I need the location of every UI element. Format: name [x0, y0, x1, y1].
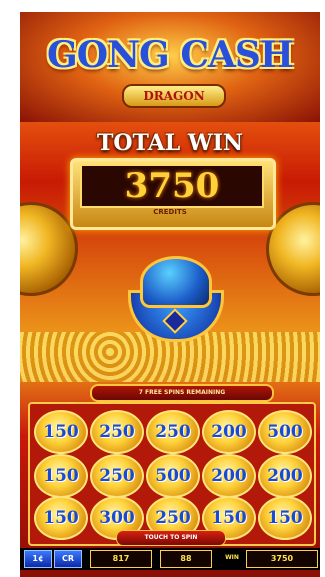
reel-grid: 150 250 250 200 500 150 250 500 200 200 … [28, 402, 316, 546]
win-meter: 3750 [246, 550, 318, 568]
reel-cell: 150 [34, 454, 88, 498]
bowl-lid [140, 256, 212, 308]
bet-meter: 88 [160, 550, 212, 568]
total-win-value: 3750 [80, 164, 264, 208]
reel-cell: 200 [202, 410, 256, 454]
reel-cell: 150 [258, 496, 312, 540]
treasure-bowl-icon [128, 256, 224, 342]
credits-toggle-button[interactable]: CR [54, 550, 82, 568]
reel-cell: 200 [202, 454, 256, 498]
game-title: GONG CASH [47, 34, 294, 76]
reel-cell: 500 [258, 410, 312, 454]
reel-cell: 150 [34, 410, 88, 454]
total-win-label: TOTAL WIN [96, 130, 243, 156]
reel-cell: 500 [146, 454, 200, 498]
total-win-unit: CREDITS [153, 208, 187, 216]
reel-cell: 200 [258, 454, 312, 498]
free-spins-remaining: 7 FREE SPINS REMAINING [90, 384, 274, 402]
reel-cell: 250 [90, 454, 144, 498]
touch-to-spin-button[interactable]: TOUCH TO SPIN [116, 530, 226, 546]
credit-meter: 817 [90, 550, 152, 568]
bottom-bar: 1¢ CR 817 88 WIN 3750 [20, 548, 320, 570]
reel-cell: 250 [146, 410, 200, 454]
denom-button[interactable]: 1¢ [24, 550, 52, 568]
reel-cell: 250 [90, 410, 144, 454]
game-subtitle: DRAGON [122, 84, 226, 108]
game-screen[interactable]: GONG CASH DRAGON TOTAL WIN 3750 CREDITS … [20, 12, 320, 577]
reel-cell: 150 [34, 496, 88, 540]
win-meter-label: WIN [225, 554, 239, 561]
